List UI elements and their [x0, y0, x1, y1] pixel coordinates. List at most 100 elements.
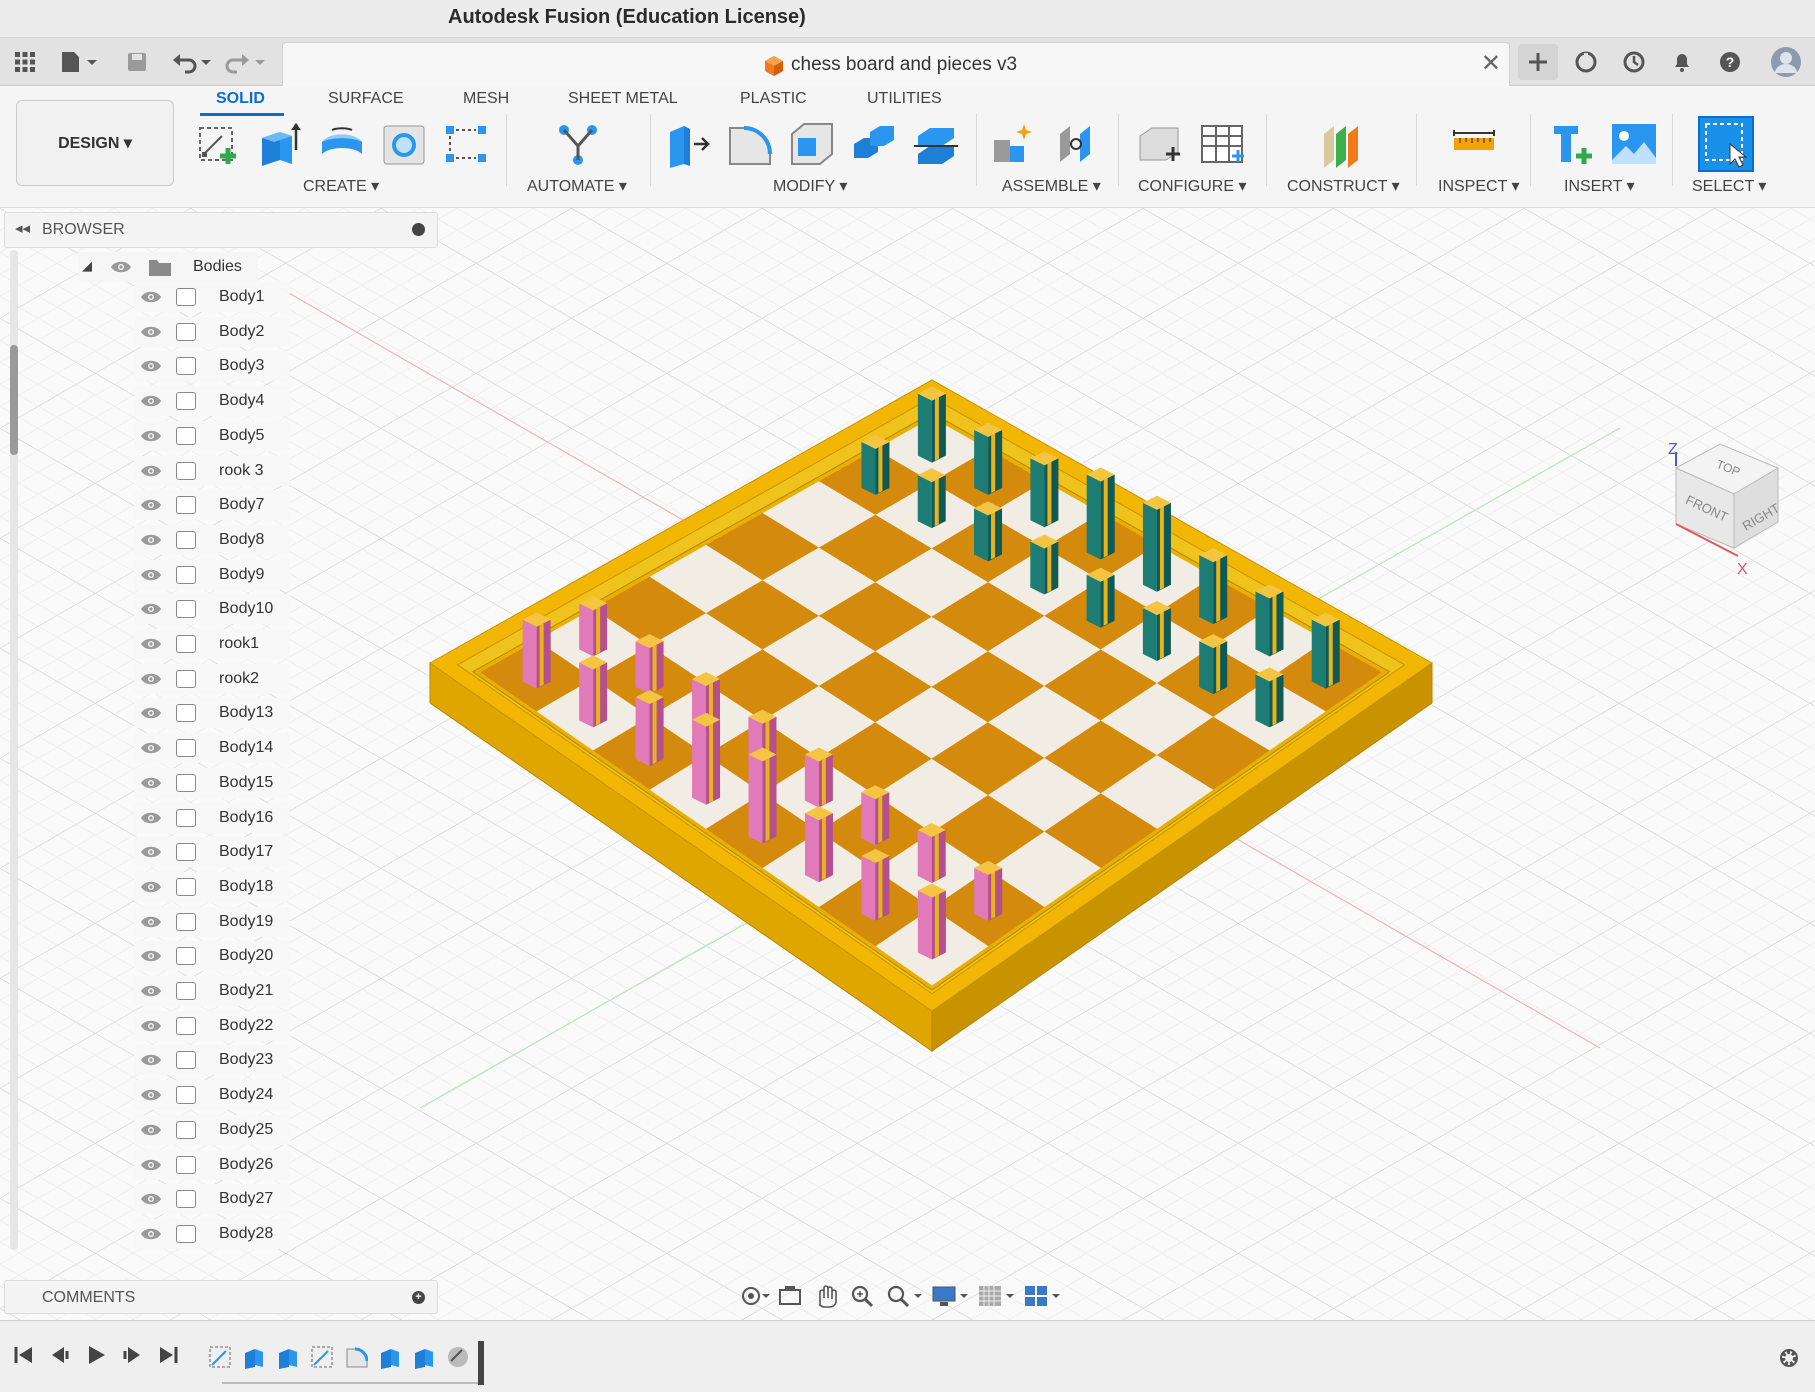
undo-icon[interactable]	[170, 46, 214, 78]
tab-mesh[interactable]: MESH	[463, 90, 509, 108]
browser-body-item[interactable]: Body2	[134, 316, 290, 347]
save-icon[interactable]	[122, 46, 152, 78]
pink-piece[interactable]	[692, 712, 721, 805]
pink-pawn[interactable]	[861, 785, 890, 846]
teal-piece[interactable]	[917, 386, 946, 463]
visibility-eye-icon[interactable]	[140, 776, 162, 795]
visibility-eye-icon[interactable]	[140, 290, 162, 309]
pink-piece[interactable]	[917, 883, 946, 960]
teal-pawn[interactable]	[1030, 534, 1059, 595]
visibility-eye-icon[interactable]	[140, 880, 162, 899]
browser-scrollbar[interactable]	[10, 345, 18, 455]
teal-pawn[interactable]	[1086, 567, 1115, 628]
configure-menu[interactable]: CONFIGURE ▾	[1138, 176, 1246, 196]
insert-mcmaster-icon[interactable]	[1548, 120, 1596, 168]
create-sketch-icon[interactable]	[194, 120, 242, 168]
revolve-icon[interactable]	[318, 120, 366, 168]
pattern-icon[interactable]	[442, 120, 490, 168]
browser-body-item[interactable]: Body14	[134, 733, 290, 764]
pink-piece[interactable]	[579, 655, 608, 728]
visibility-eye-icon[interactable]	[140, 1227, 162, 1246]
browser-panel-header[interactable]: ◂◂ BROWSER	[4, 212, 438, 248]
teal-pawn[interactable]	[1142, 600, 1171, 661]
browser-body-item[interactable]: Body20	[134, 941, 290, 972]
teal-piece[interactable]	[974, 422, 1003, 495]
teal-pawn[interactable]	[1199, 634, 1228, 695]
browser-body-item[interactable]: Body7	[134, 490, 290, 521]
visibility-eye-icon[interactable]	[140, 1123, 162, 1142]
redo-icon[interactable]	[224, 46, 268, 78]
teal-pawn[interactable]	[1255, 667, 1284, 728]
user-avatar[interactable]	[1766, 44, 1806, 80]
browser-minimize-icon[interactable]	[412, 223, 425, 236]
timeline-fillet-icon[interactable]	[344, 1345, 369, 1369]
zoom-icon[interactable]	[848, 1282, 878, 1310]
new-component-icon[interactable]	[990, 120, 1038, 168]
select-icon[interactable]	[1698, 116, 1754, 172]
teal-piece[interactable]	[1311, 612, 1340, 689]
browser-body-item[interactable]: Body17	[134, 837, 290, 868]
browser-body-item[interactable]: Body23	[134, 1045, 290, 1076]
browser-body-item[interactable]: rook2	[134, 663, 290, 694]
tab-plastic[interactable]: PLASTIC	[740, 90, 807, 108]
pink-pawn[interactable]	[579, 596, 608, 657]
browser-body-item[interactable]: Body10	[134, 594, 290, 625]
automate-menu[interactable]: AUTOMATE ▾	[527, 176, 627, 196]
teal-pawn[interactable]	[974, 501, 1003, 562]
browser-body-item[interactable]: Body13	[134, 698, 290, 729]
new-tab-icon[interactable]	[1518, 44, 1558, 80]
go-to-start-icon[interactable]	[12, 1343, 36, 1367]
pink-piece[interactable]	[748, 747, 777, 844]
extensions-icon[interactable]	[1566, 44, 1606, 80]
browser-body-item[interactable]: Body18	[134, 871, 290, 902]
display-settings-icon[interactable]	[930, 1282, 970, 1310]
visibility-eye-icon[interactable]	[140, 706, 162, 725]
browser-body-item[interactable]: Body28	[134, 1218, 290, 1249]
combine-icon[interactable]	[850, 120, 898, 168]
teal-piece[interactable]	[1086, 467, 1115, 560]
visibility-eye-icon[interactable]	[140, 1158, 162, 1177]
visibility-eye-icon[interactable]	[140, 533, 162, 552]
add-comment-icon[interactable]: +	[412, 1291, 425, 1304]
browser-body-item[interactable]: Body8	[134, 524, 290, 555]
visibility-eye-icon[interactable]	[140, 394, 162, 413]
timeline-extrude-icon[interactable]	[276, 1345, 300, 1369]
visibility-eye-icon[interactable]	[140, 672, 162, 691]
notifications-bell-icon[interactable]	[1662, 44, 1702, 80]
timeline-playhead[interactable]	[478, 1341, 484, 1385]
viewports-icon[interactable]	[1022, 1282, 1062, 1310]
offset-plane-icon[interactable]	[1318, 120, 1366, 168]
visibility-eye-icon[interactable]	[140, 602, 162, 621]
measure-icon[interactable]	[1450, 120, 1498, 168]
timeline-sketch-icon[interactable]	[208, 1345, 232, 1369]
pink-pawn[interactable]	[917, 823, 946, 884]
document-tab[interactable]: chess board and pieces v3 ✕	[282, 42, 1510, 86]
visibility-eye-icon[interactable]	[140, 359, 162, 378]
job-status-icon[interactable]	[1614, 44, 1654, 80]
browser-body-item[interactable]: Body27	[134, 1184, 290, 1215]
teal-piece[interactable]	[1255, 584, 1284, 657]
teal-piece[interactable]	[1142, 495, 1171, 592]
teal-piece[interactable]	[1199, 548, 1228, 625]
browser-body-item[interactable]: Body22	[134, 1010, 290, 1041]
tab-sheet-metal[interactable]: SHEET METAL	[568, 90, 678, 108]
pink-piece[interactable]	[522, 612, 551, 689]
visibility-eye-icon[interactable]	[140, 1019, 162, 1038]
visibility-eye-icon[interactable]	[140, 915, 162, 934]
press-pull-icon[interactable]	[664, 120, 712, 168]
construct-menu[interactable]: CONSTRUCT ▾	[1287, 176, 1400, 196]
browser-body-item[interactable]: Body3	[134, 351, 290, 382]
play-icon[interactable]	[84, 1343, 108, 1367]
browser-body-item[interactable]: rook1	[134, 629, 290, 659]
visibility-eye-icon[interactable]	[140, 949, 162, 968]
configuration-table-icon[interactable]	[1198, 120, 1246, 168]
configure-icon[interactable]	[1136, 120, 1184, 168]
browser-body-item[interactable]: Body9	[134, 559, 290, 590]
extrude-icon[interactable]	[256, 120, 304, 168]
collapse-browser-icon[interactable]: ◂◂	[15, 219, 30, 237]
timeline-combine-icon[interactable]	[446, 1345, 470, 1369]
visibility-eye-icon[interactable]	[140, 1053, 162, 1072]
visibility-eye-icon[interactable]	[140, 845, 162, 864]
pink-piece[interactable]	[804, 806, 833, 883]
timeline-extrude-icon[interactable]	[242, 1345, 266, 1369]
